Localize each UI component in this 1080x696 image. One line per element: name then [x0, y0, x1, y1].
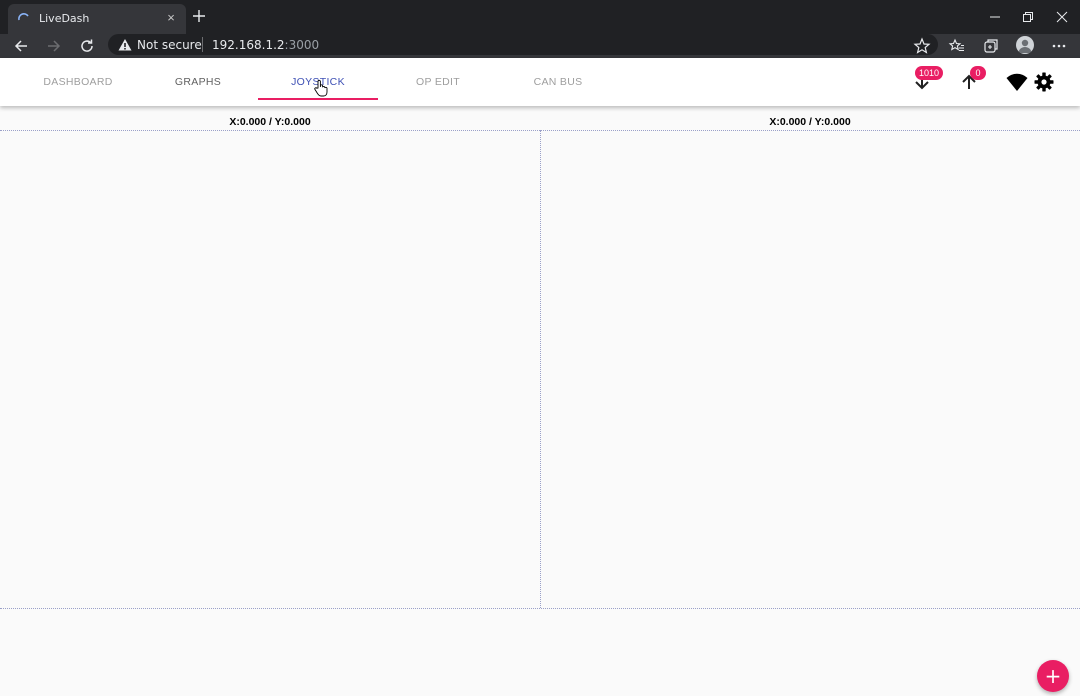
profile-avatar[interactable] [1016, 36, 1034, 54]
rx-count-badge: 1010 [915, 66, 944, 80]
add-favorite-icon[interactable] [913, 37, 931, 55]
pad-divider [540, 130, 541, 608]
wifi-icon[interactable] [1005, 70, 1029, 94]
left-joystick-readout: X:0.000 / Y:0.000 [229, 116, 311, 128]
forward-icon[interactable] [45, 37, 63, 55]
tab-graphs[interactable]: GRAPHS [138, 58, 258, 106]
url-host: 192.168.1.2 [212, 38, 285, 52]
new-tab-icon[interactable] [192, 9, 206, 23]
gear-icon[interactable] [1032, 70, 1056, 94]
browser-tabstrip: LiveDash × [0, 0, 1080, 34]
tab-can-bus[interactable]: CAN BUS [498, 58, 618, 106]
security-label[interactable]: Not secure [137, 38, 202, 52]
hand-pointer-icon [314, 79, 328, 97]
user-icon [1018, 39, 1032, 53]
restore-icon[interactable] [1021, 10, 1035, 24]
collections-icon[interactable] [982, 37, 1000, 55]
reload-icon[interactable] [78, 37, 96, 55]
favorites-icon[interactable] [948, 37, 966, 55]
url-port: :3000 [284, 38, 320, 52]
browser-tab-title: LiveDash [39, 12, 90, 25]
tx-count-badge: 0 [970, 66, 986, 80]
url-text[interactable]: 192.168.1.2:3000 [212, 38, 319, 52]
browser-toolbar: Not secure 192.168.1.2:3000 [0, 34, 1080, 58]
right-joystick-readout: X:0.000 / Y:0.000 [769, 116, 851, 128]
close-tab-icon[interactable]: × [164, 11, 178, 25]
warning-icon[interactable] [118, 38, 132, 52]
close-window-icon[interactable] [1055, 10, 1069, 24]
pad-bottom-border [0, 608, 1080, 609]
url-separator [202, 37, 203, 52]
browser-tab[interactable]: LiveDash × [8, 4, 186, 34]
app-header: DASHBOARD GRAPHS JOYSTICK OP EDIT CAN BU… [0, 58, 1080, 106]
left-joystick-pad[interactable] [0, 131, 540, 608]
more-menu-icon[interactable] [1050, 37, 1068, 55]
minimize-icon[interactable] [988, 10, 1002, 24]
tab-dashboard[interactable]: DASHBOARD [18, 58, 138, 106]
add-button[interactable]: + [1037, 660, 1069, 692]
back-icon[interactable] [12, 37, 30, 55]
loading-spinner-icon [18, 13, 29, 21]
active-tab-indicator [258, 98, 378, 100]
right-joystick-pad[interactable] [541, 131, 1080, 608]
tab-op-edit[interactable]: OP EDIT [378, 58, 498, 106]
